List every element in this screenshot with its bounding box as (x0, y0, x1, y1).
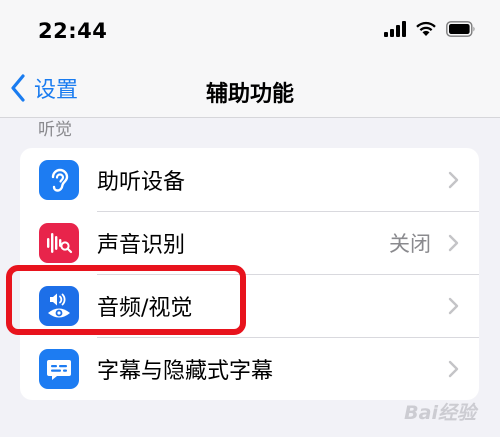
cellular-signal-icon (384, 21, 406, 41)
list-item-label: 字幕与隐藏式字幕 (97, 358, 274, 384)
chevron-right-icon (448, 360, 459, 378)
ear-icon (39, 159, 79, 200)
list-item-hearing-devices[interactable]: 助听设备 (20, 148, 479, 211)
subtitles-icon (39, 348, 79, 389)
list-item-label: 助听设备 (97, 169, 186, 195)
navigation-bar: 设置 辅助功能 (0, 62, 500, 118)
chevron-right-icon (448, 234, 459, 252)
chevron-right-icon (448, 171, 459, 189)
status-time: 22:44 (38, 19, 108, 43)
section-header: 听觉 (38, 120, 72, 140)
list-item-value: 关闭 (389, 231, 431, 256)
watermark: Bai经验 (404, 398, 476, 425)
highlight-box (6, 265, 246, 335)
watermark-text: Bai经验 (404, 402, 476, 424)
page-title: 辅助功能 (205, 82, 294, 107)
sound-recognition-icon (39, 222, 79, 263)
list-item-label: 声音识别 (97, 232, 186, 258)
status-icons (384, 21, 476, 41)
status-bar: 22:44 (0, 0, 500, 62)
wifi-icon (415, 21, 437, 41)
battery-icon (446, 21, 476, 41)
list-item-subtitles-captioning[interactable]: 字幕与隐藏式字幕 (20, 337, 479, 400)
chevron-right-icon (448, 297, 459, 315)
